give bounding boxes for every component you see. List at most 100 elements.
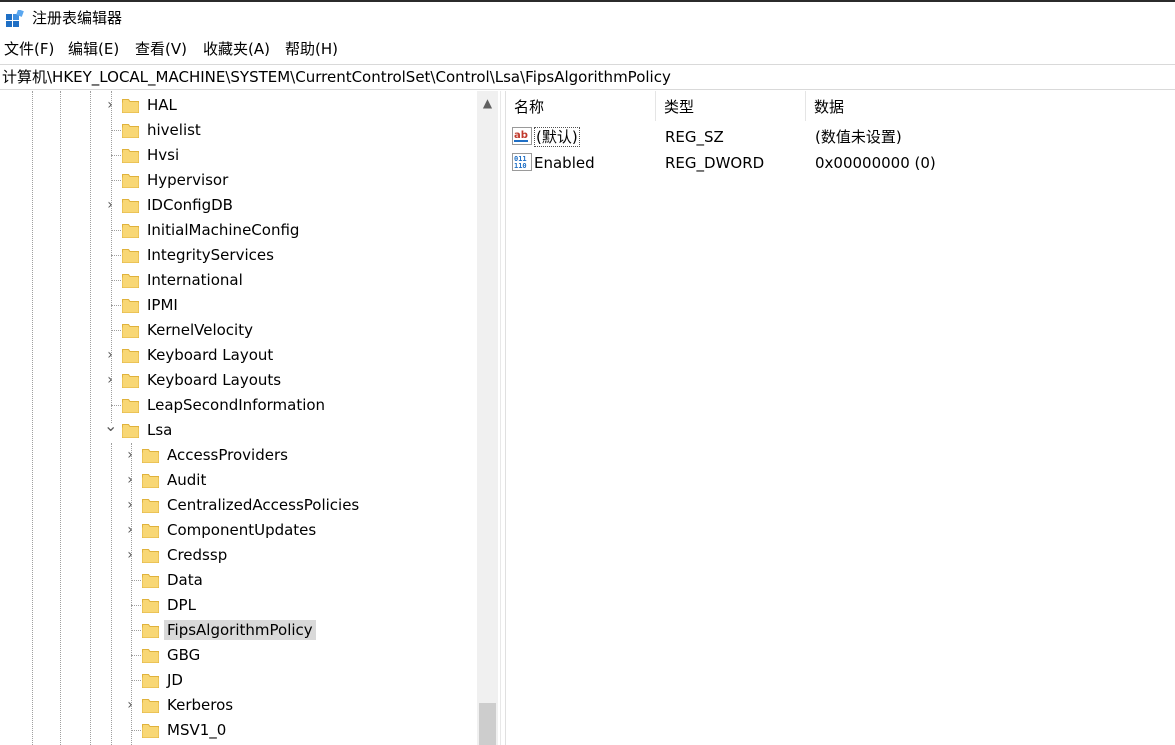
tree-item-accessproviders[interactable]: › AccessProviders (0, 443, 477, 468)
menu-file[interactable]: 文件(F) (4, 39, 54, 59)
tree-guide-line (111, 280, 121, 281)
tree-item-kernelvelocity[interactable]: KernelVelocity (0, 318, 477, 343)
tree-item-hivelist[interactable]: hivelist (0, 118, 477, 143)
folder-icon (122, 372, 139, 388)
folder-icon (142, 622, 159, 638)
chevron-down-icon[interactable]: ⌄ (104, 418, 117, 434)
folder-icon (142, 647, 159, 663)
chevron-right-icon[interactable]: › (104, 98, 116, 112)
folder-icon (142, 597, 159, 613)
tree-item-label: IntegrityServices (147, 246, 274, 264)
folder-icon (122, 197, 139, 213)
tree-item-jd[interactable]: JD (0, 668, 477, 693)
tree-item-centralizedaccesspolicies[interactable]: › CentralizedAccessPolicies (0, 493, 477, 518)
scroll-up-arrow-icon[interactable]: ▲ (477, 91, 498, 112)
chevron-right-icon[interactable]: › (104, 373, 116, 387)
folder-icon (122, 122, 139, 138)
scroll-thumb[interactable] (479, 703, 496, 745)
tree-guide-line (111, 230, 121, 231)
regedit-app-icon (6, 10, 24, 27)
folder-icon (142, 547, 159, 563)
tree-item-componentupdates[interactable]: › ComponentUpdates (0, 518, 477, 543)
tree-item-label: hivelist (147, 121, 201, 139)
window-title: 注册表编辑器 (32, 9, 123, 27)
folder-icon (122, 397, 139, 413)
tree-item-label: IDConfigDB (147, 196, 233, 214)
tree-item-leapsecondinformation[interactable]: LeapSecondInformation (0, 393, 477, 418)
tree-guide-line (111, 255, 121, 256)
tree-guide-line (131, 580, 141, 581)
folder-icon (122, 172, 139, 188)
folder-icon (142, 672, 159, 688)
tree-item-label: ComponentUpdates (167, 521, 317, 539)
tree-item-kerberos[interactable]: › Kerberos (0, 693, 477, 718)
folder-icon (122, 322, 139, 338)
tree-item-hal[interactable]: › HAL (0, 93, 477, 118)
folder-icon (142, 722, 159, 738)
tree-item-label: Keyboard Layouts (147, 371, 282, 389)
chevron-right-icon[interactable]: › (124, 698, 136, 712)
tree-item-label: JD (167, 671, 183, 689)
value-name: (默认) (534, 127, 580, 147)
tree-item-label: IPMI (147, 296, 178, 314)
folder-icon (122, 297, 139, 313)
tree-guide-line (111, 155, 121, 156)
tree-item-label: GBG (167, 646, 201, 664)
tree-item-data[interactable]: Data (0, 568, 477, 593)
menu-favorites[interactable]: 收藏夹(A) (203, 39, 270, 59)
chevron-right-icon[interactable]: › (124, 498, 136, 512)
tree-item-label: InitialMachineConfig (147, 221, 300, 239)
tree-item-label: Kerberos (167, 696, 234, 714)
tree-item-label: Data (167, 571, 203, 589)
tree-item-hypervisor[interactable]: Hypervisor (0, 168, 477, 193)
svg-text:110: 110 (514, 162, 527, 170)
tree-item-international[interactable]: International (0, 268, 477, 293)
tree-item-audit[interactable]: › Audit (0, 468, 477, 493)
title-bar[interactable]: 注册表编辑器 (0, 2, 1175, 34)
tree-item-keyboard-layouts[interactable]: › Keyboard Layouts (0, 368, 477, 393)
tree-item-lsa[interactable]: ⌄ Lsa (0, 418, 477, 443)
tree-item-label: Hvsi (147, 146, 180, 164)
menu-view[interactable]: 查看(V) (135, 39, 187, 59)
tree-item-dpl[interactable]: DPL (0, 593, 477, 618)
tree-item-idconfigdb[interactable]: › IDConfigDB (0, 193, 477, 218)
address-path[interactable]: 计算机\HKEY_LOCAL_MACHINE\SYSTEM\CurrentCon… (2, 68, 671, 87)
value-list-pane[interactable]: 名称 类型 数据 ab (默认) REG_SZ (数值未设置) 011 110 … (506, 91, 1175, 745)
tree-item-integrityservices[interactable]: IntegrityServices (0, 243, 477, 268)
tree-item-label: Hypervisor (147, 171, 229, 189)
value-row[interactable]: 011 110 Enabled REG_DWORD 0x00000000 (0) (506, 150, 1175, 175)
value-row[interactable]: ab (默认) REG_SZ (数值未设置) (506, 124, 1175, 149)
chevron-right-icon[interactable]: › (124, 523, 136, 537)
chevron-right-icon[interactable]: › (104, 348, 116, 362)
chevron-right-icon[interactable]: › (124, 473, 136, 487)
tree-item-initialmachineconfig[interactable]: InitialMachineConfig (0, 218, 477, 243)
tree-item-keyboard-layout[interactable]: › Keyboard Layout (0, 343, 477, 368)
folder-icon (142, 497, 159, 513)
key-tree-pane[interactable]: › HAL hivelist Hvsi Hypervisor › IDConfigDB Ini… (0, 91, 500, 745)
tree-item-msv1-0[interactable]: MSV1_0 (0, 718, 477, 743)
chevron-right-icon[interactable]: › (104, 198, 116, 212)
chevron-right-icon[interactable]: › (124, 548, 136, 562)
column-header-name[interactable]: 名称 (506, 91, 656, 121)
value-name: Enabled (534, 154, 595, 172)
menu-edit[interactable]: 编辑(E) (68, 39, 119, 59)
folder-icon (142, 697, 159, 713)
svg-text:ab: ab (514, 130, 528, 141)
tree-item-ipmi[interactable]: IPMI (0, 293, 477, 318)
tree-item-gbg[interactable]: GBG (0, 643, 477, 668)
column-header-type[interactable]: 类型 (656, 91, 806, 121)
tree-vertical-scrollbar[interactable]: ▲ (477, 91, 498, 745)
tree-item-credssp[interactable]: › Credssp (0, 543, 477, 568)
dword-value-icon: 011 110 (512, 153, 532, 171)
folder-icon (122, 147, 139, 163)
menu-help[interactable]: 帮助(H) (285, 39, 338, 59)
string-value-icon: ab (512, 127, 532, 145)
address-bar[interactable]: 计算机\HKEY_LOCAL_MACHINE\SYSTEM\CurrentCon… (0, 64, 1175, 90)
column-header-data[interactable]: 数据 (806, 91, 1175, 121)
tree-item-label: Keyboard Layout (147, 346, 274, 364)
chevron-right-icon[interactable]: › (124, 448, 136, 462)
tree-item-hvsi[interactable]: Hvsi (0, 143, 477, 168)
folder-icon (142, 572, 159, 588)
tree-guide-line (131, 605, 141, 606)
tree-item-fipsalgorithmpolicy[interactable]: FipsAlgorithmPolicy (0, 618, 477, 643)
